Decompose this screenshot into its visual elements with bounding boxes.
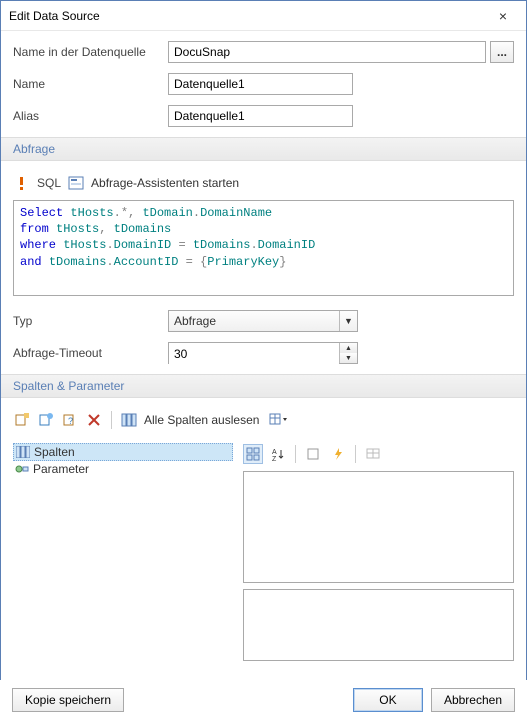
columns-area: Spalten Parameter AZ xyxy=(13,443,514,661)
window-title: Edit Data Source xyxy=(9,9,100,23)
sql-label[interactable]: SQL xyxy=(37,176,61,190)
read-all-columns-link[interactable]: Alle Spalten auslesen xyxy=(144,413,259,427)
titlebar: Edit Data Source × xyxy=(1,1,526,31)
add-param-icon[interactable] xyxy=(37,411,55,429)
svg-text:Z: Z xyxy=(272,456,277,461)
sql-editor-icon[interactable] xyxy=(67,174,85,192)
footer: Kopie speichern OK Abbrechen xyxy=(0,680,527,720)
read-columns-icon[interactable] xyxy=(120,411,138,429)
columns-toolbar: ? Alle Spalten auslesen xyxy=(13,406,514,437)
label-alias: Alias xyxy=(13,109,168,123)
section-abfrage: Abfrage xyxy=(1,137,526,161)
property-grid[interactable] xyxy=(243,471,514,583)
tree: Spalten Parameter xyxy=(13,443,233,661)
description-panel xyxy=(243,589,514,661)
label-name: Name xyxy=(13,77,168,91)
help-icon[interactable]: ? xyxy=(61,411,79,429)
content: Name in der Datenquelle ... Name Alias A… xyxy=(1,31,526,669)
label-timeout: Abfrage-Timeout xyxy=(13,346,168,360)
warning-icon xyxy=(13,174,31,192)
spinner-timeout[interactable]: ▲ ▼ xyxy=(168,342,358,364)
sql-editor[interactable]: Select tHosts.*, tDomain.DomainName from… xyxy=(13,200,514,296)
toolbar-separator xyxy=(295,445,296,463)
row-name-in-ds: Name in der Datenquelle ... xyxy=(13,41,514,63)
input-timeout[interactable] xyxy=(169,343,339,365)
prop-toolbar: AZ xyxy=(243,443,514,465)
svg-text:?: ? xyxy=(68,416,73,426)
row-alias: Alias xyxy=(13,105,514,127)
tree-item-spalten[interactable]: Spalten xyxy=(13,443,233,461)
spinner-up-icon[interactable]: ▲ xyxy=(340,343,357,353)
categorized-icon[interactable] xyxy=(243,444,263,464)
tree-label-parameter: Parameter xyxy=(33,462,89,476)
toolbar-separator xyxy=(111,411,112,429)
combo-type-value: Abfrage xyxy=(174,314,216,328)
spinner-down-icon[interactable]: ▼ xyxy=(340,353,357,363)
wizard-link[interactable]: Abfrage-Assistenten starten xyxy=(91,176,239,190)
input-name[interactable] xyxy=(168,73,353,95)
lightning-icon[interactable] xyxy=(328,444,348,464)
delete-icon[interactable] xyxy=(85,411,103,429)
combo-type[interactable]: Abfrage ▼ xyxy=(168,310,358,332)
tree-label-spalten: Spalten xyxy=(34,445,75,459)
columns-icon xyxy=(16,446,30,458)
input-name-in-ds[interactable] xyxy=(168,41,486,63)
close-button[interactable]: × xyxy=(488,3,518,29)
tree-item-parameter[interactable]: Parameter xyxy=(13,461,233,477)
save-copy-button[interactable]: Kopie speichern xyxy=(12,688,124,712)
toolbar-separator xyxy=(355,445,356,463)
right-panel: AZ xyxy=(243,443,514,661)
add-column-icon[interactable] xyxy=(13,411,31,429)
row-timeout: Abfrage-Timeout ▲ ▼ xyxy=(13,342,514,364)
input-alias[interactable] xyxy=(168,105,353,127)
label-type: Typ xyxy=(13,314,168,328)
label-name-in-ds: Name in der Datenquelle xyxy=(13,45,168,59)
svg-text:A: A xyxy=(272,449,277,456)
prop-page-icon[interactable] xyxy=(303,444,323,464)
close-icon: × xyxy=(499,8,507,24)
browse-ds-button[interactable]: ... xyxy=(490,41,514,63)
grid-dropdown-icon[interactable] xyxy=(269,411,287,429)
parameter-icon xyxy=(15,463,29,475)
cancel-button[interactable]: Abbrechen xyxy=(431,688,515,712)
ok-button[interactable]: OK xyxy=(353,688,423,712)
grid-icon[interactable] xyxy=(363,444,383,464)
query-toolbar: SQL Abfrage-Assistenten starten xyxy=(13,169,514,200)
sort-az-icon[interactable]: AZ xyxy=(268,444,288,464)
row-type: Typ Abfrage ▼ xyxy=(13,310,514,332)
ellipsis-icon: ... xyxy=(497,45,507,59)
row-name: Name xyxy=(13,73,514,95)
section-columns: Spalten & Parameter xyxy=(1,374,526,398)
chevron-down-icon: ▼ xyxy=(339,311,357,331)
